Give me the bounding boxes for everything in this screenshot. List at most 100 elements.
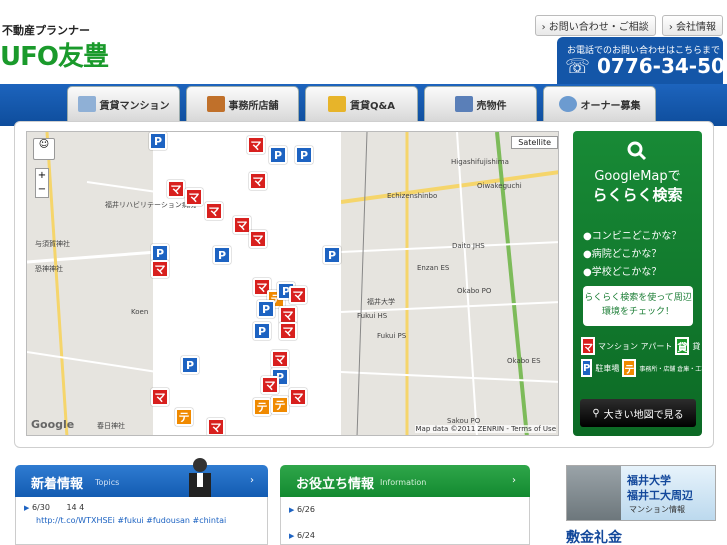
map-label: 恐神神社: [35, 265, 63, 273]
mansion-marker[interactable]: マ: [207, 418, 225, 435]
mansion-marker[interactable]: マ: [261, 376, 279, 394]
list-item[interactable]: ▶ 6/24: [289, 531, 315, 540]
news-link[interactable]: http://t.co/WTXHSEi #fukui #fudousan #ch…: [36, 516, 226, 525]
big-map-label: 大きい地図で見る: [603, 409, 684, 421]
info-list: ▶ 6/26 ▶ 6/24: [280, 497, 530, 545]
search-icon: [627, 141, 647, 161]
info-header[interactable]: お役立ち情報 Information ›: [280, 465, 530, 497]
question-hospital: ●病院どこかな？: [583, 249, 662, 260]
office-marker[interactable]: テ: [271, 396, 289, 414]
legend-label: マンション アパート: [598, 341, 673, 351]
map-label: Fukui PS: [377, 332, 407, 340]
mansion-marker[interactable]: マ: [271, 350, 289, 368]
qa-icon: [328, 96, 347, 112]
mansion-marker[interactable]: マ: [289, 388, 307, 406]
parking-marker[interactable]: P: [323, 246, 341, 264]
list-item[interactable]: ▶ 6/26: [289, 505, 315, 514]
chevron-right-icon: ›: [250, 475, 254, 486]
parking-marker[interactable]: P: [181, 356, 199, 374]
office-marker[interactable]: テ: [175, 408, 193, 426]
parking-marker[interactable]: P: [213, 246, 231, 264]
news-header[interactable]: 新着情報 Topics ›: [15, 458, 268, 497]
tab-owner-recruit[interactable]: オーナー募集: [543, 86, 656, 122]
mansion-marker[interactable]: マ: [247, 136, 265, 154]
mansion-marker[interactable]: マ: [151, 260, 169, 278]
mansion-marker[interactable]: マ: [151, 388, 169, 406]
banner-line-3: マンション情報: [629, 505, 685, 514]
map-label: Okabo PO: [457, 287, 492, 295]
parking-marker[interactable]: P: [257, 300, 275, 318]
legend-row: マ マンション アパート 貸 貸 家: [581, 337, 711, 355]
map-label: Enzan ES: [417, 264, 450, 272]
mansion-marker[interactable]: マ: [167, 180, 185, 198]
tab-office-shop[interactable]: 事務所店舗: [186, 86, 299, 122]
chevron-right-icon: ›: [512, 475, 516, 486]
university-banner[interactable]: 福井大学 福井工大周辺 マンション情報: [566, 465, 716, 521]
tab-for-sale[interactable]: 売物件: [424, 86, 537, 122]
google-map[interactable]: 福井リハビリテーション病院 与須賀神社 恐神神社 Koen 春日神社 Higas…: [26, 131, 559, 436]
mansion-marker[interactable]: マ: [185, 188, 203, 206]
news-text: http://t.co/WTXHSEi #fukui #fudousan #ch…: [36, 516, 226, 525]
tab-rental-qa[interactable]: 賃貸Q&A: [305, 86, 418, 122]
parking-marker[interactable]: P: [295, 146, 313, 164]
tab-label: オーナー募集: [580, 100, 641, 112]
map-label: Higashifujishima: [451, 158, 509, 166]
top-links: › お問い合わせ・ご相談 › 会社情報: [534, 15, 723, 36]
tab-rental-mansion[interactable]: 賃貸マンション: [67, 86, 180, 122]
header: 不動産プランナー UFO友豊 › お問い合わせ・ご相談 › 会社情報 お電話での…: [0, 0, 727, 85]
logo-mark: UFO友豊: [0, 42, 109, 72]
tab-label: 賃貸Q&A: [350, 100, 395, 112]
news-list: ▶ 6/30 14 4 http://t.co/WTXHSEi #fukui #…: [15, 497, 268, 545]
office-marker[interactable]: テ: [253, 398, 271, 416]
map-legend: マ マンション アパート 貸 貸 家 P 駐車場 テ 事務所・店舗 倉庫・工場: [581, 337, 711, 381]
mansion-marker[interactable]: マ: [205, 202, 223, 220]
map-label: 福井リハビリテーション病院: [105, 201, 196, 209]
map-label: 福井大学: [367, 298, 395, 306]
map-label: Oiwakeguchi: [477, 182, 522, 190]
apartment-icon: [77, 96, 96, 112]
info-date: 6/24: [296, 531, 315, 540]
mansion-marker[interactable]: マ: [249, 172, 267, 190]
mansion-marker[interactable]: マ: [289, 286, 307, 304]
mansion-marker[interactable]: マ: [279, 322, 297, 340]
main-nav: 賃貸マンション 事務所店舗 賃貸Q&A 売物件 オーナー募集: [67, 86, 656, 122]
map-label: Daito JHS: [452, 242, 485, 250]
parking-marker[interactable]: P: [253, 322, 271, 340]
site-logo[interactable]: 不動産プランナー UFO友豊: [0, 22, 120, 72]
google-logo: Google: [31, 418, 75, 431]
zoom-control[interactable]: + −: [35, 168, 49, 198]
shop-icon: [206, 96, 225, 112]
office-legend-icon: テ: [622, 359, 637, 377]
owner-icon: [558, 96, 577, 112]
bullet-icon: ▶: [24, 504, 30, 512]
bullet-icon: ▶: [289, 506, 295, 514]
info-subtitle: Information: [380, 478, 427, 487]
parking-marker[interactable]: P: [269, 146, 287, 164]
map-label: Koen: [131, 308, 149, 316]
search-icon: ⚲: [592, 407, 600, 419]
promo-bubble: らくらく検索を使って周辺環境をチェック！: [583, 286, 693, 326]
bullet-icon: ▶: [289, 532, 295, 540]
info-section: お役立ち情報 Information › ▶ 6/26 ▶ 6/24: [280, 465, 530, 545]
question-school: ●学校どこかな？: [583, 267, 662, 278]
contact-link[interactable]: › お問い合わせ・ご相談: [534, 15, 656, 36]
street-view-pegman-icon[interactable]: ☺: [33, 138, 55, 160]
parking-legend-icon: P: [581, 359, 593, 377]
map-label: Okabo ES: [507, 357, 541, 365]
legend-label: 駐車場: [595, 363, 620, 373]
deposit-banner[interactable]: 敷金礼金: [566, 527, 716, 545]
building-photo: [567, 466, 621, 520]
map-label: Fukui HS: [357, 312, 388, 320]
staff-illustration: [189, 458, 211, 497]
banner-line-2: 福井工大周辺: [627, 489, 693, 502]
mansion-legend-icon: マ: [581, 337, 595, 355]
phone-number: ☏ 0776-34-5000: [565, 54, 727, 78]
house-legend-icon: 貸: [675, 337, 690, 355]
company-info-link[interactable]: › 会社情報: [661, 15, 723, 36]
mansion-marker[interactable]: マ: [249, 230, 267, 248]
parking-marker[interactable]: P: [149, 132, 167, 150]
big-map-button[interactable]: ⚲ 大きい地図で見る: [580, 399, 696, 427]
satellite-button[interactable]: Satellite: [511, 136, 558, 149]
banner-title: 敷金礼金: [566, 530, 622, 545]
house-icon: [454, 96, 473, 112]
